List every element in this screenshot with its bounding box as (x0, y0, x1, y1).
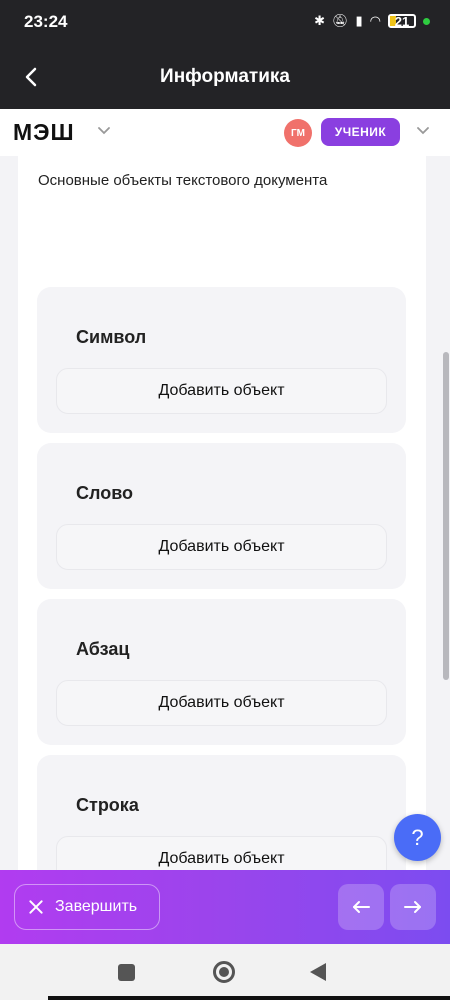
next-button[interactable] (390, 884, 436, 930)
recents-icon[interactable] (118, 964, 135, 981)
privacy-dot-icon (423, 17, 430, 25)
category-group: Абзац Добавить объект (37, 599, 406, 745)
signal-icon: ▮ (355, 13, 363, 28)
battery-level: 21 (394, 13, 410, 29)
category-title: Абзац (76, 639, 130, 659)
status-time: 23:24 (24, 12, 68, 31)
role-badge[interactable]: УЧЕНИК (321, 118, 400, 146)
status-bar: 23:24 ✱ 🔕︎ ▮ ◠ 21 (0, 0, 450, 44)
category-title: Символ (76, 327, 147, 347)
category-title: Строка (76, 795, 139, 815)
battery-icon: 21 (388, 13, 416, 29)
category-group: Слово Добавить объект (37, 443, 406, 589)
task-prompt: Основные объекты текстового документа (38, 172, 328, 189)
finish-button[interactable]: Завершить (14, 884, 160, 930)
chevron-down-icon[interactable] (416, 123, 430, 137)
category-group: Символ Добавить объект (37, 287, 406, 433)
task-card: Основные объекты текстового документа Си… (18, 156, 426, 901)
bottom-action-bar: Завершить (0, 870, 450, 944)
mute-icon: 🔕︎ (331, 13, 349, 28)
system-nav-bar (0, 944, 450, 1000)
close-icon (27, 898, 45, 916)
category-title: Слово (76, 483, 134, 503)
app-header: Информатика (0, 44, 450, 109)
brand-bar: МЭШ ГМ УЧЕНИК (0, 109, 450, 156)
chevron-down-icon[interactable] (97, 123, 111, 137)
scrollbar[interactable] (443, 352, 449, 680)
add-object-button[interactable]: Добавить объект (56, 524, 387, 570)
bluetooth-icon: ✱ (314, 13, 325, 28)
add-object-button[interactable]: Добавить объект (56, 680, 387, 726)
prev-button[interactable] (338, 884, 384, 930)
home-icon[interactable] (213, 961, 235, 983)
finish-label: Завершить (55, 898, 138, 915)
mesh-logo[interactable]: МЭШ (13, 119, 75, 146)
arrow-right-icon (404, 901, 421, 913)
gesture-bar (48, 996, 450, 1000)
avatar[interactable]: ГМ (284, 119, 312, 147)
wifi-icon: ◠ (369, 13, 381, 28)
help-button[interactable]: ? (394, 814, 441, 861)
add-object-button[interactable]: Добавить объект (56, 368, 387, 414)
status-icons: ✱ 🔕︎ ▮ ◠ 21 (314, 13, 430, 29)
system-back-icon[interactable] (310, 963, 326, 981)
page-title: Информатика (160, 66, 290, 87)
arrow-left-icon (353, 901, 370, 913)
